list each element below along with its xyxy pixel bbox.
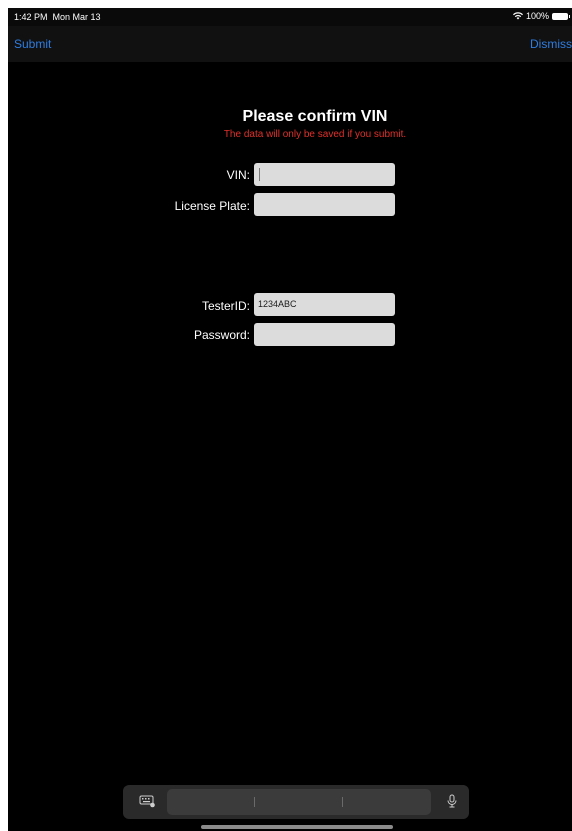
navigation-bar: Submit Dismiss (8, 26, 572, 62)
tester-id-value: 1234ABC (258, 299, 297, 309)
app-screen: 1:42 PM Mon Mar 13 100% Submit Dismiss P… (8, 8, 572, 831)
status-right: 100% (512, 11, 570, 21)
tester-id-label: TesterID: (201, 299, 250, 313)
battery-percent: 100% (525, 11, 549, 21)
wifi-icon (512, 12, 523, 20)
status-date: Mon Mar 13 (52, 12, 101, 22)
home-indicator[interactable] (201, 825, 393, 829)
password-label: Password: (193, 328, 250, 342)
page-title: Please confirm VIN (242, 108, 388, 125)
license-plate-label: License Plate: (174, 199, 250, 213)
password-field[interactable] (254, 323, 395, 346)
status-bar: 1:42 PM Mon Mar 13 100% (8, 8, 572, 26)
keyboard-icon[interactable] (139, 794, 155, 808)
status-time: 1:42 PM Mon Mar 13 (14, 12, 101, 22)
tester-id-field[interactable]: 1234ABC (254, 293, 395, 316)
text-cursor (259, 168, 260, 181)
keyboard-shortcut-bar (123, 785, 469, 819)
dismiss-button[interactable]: Dismiss (530, 37, 572, 51)
vin-label: VIN: (226, 168, 250, 182)
warning-subtitle: The data will only be saved if you submi… (223, 129, 407, 140)
status-time-text: 1:42 PM (14, 12, 48, 22)
microphone-icon[interactable] (444, 794, 460, 808)
vin-field[interactable] (254, 163, 395, 186)
license-plate-field[interactable] (254, 193, 395, 216)
battery-icon (552, 12, 570, 20)
divider (342, 797, 343, 807)
divider (254, 797, 255, 807)
dictation-text-area[interactable] (167, 789, 431, 815)
submit-button[interactable]: Submit (14, 37, 51, 51)
